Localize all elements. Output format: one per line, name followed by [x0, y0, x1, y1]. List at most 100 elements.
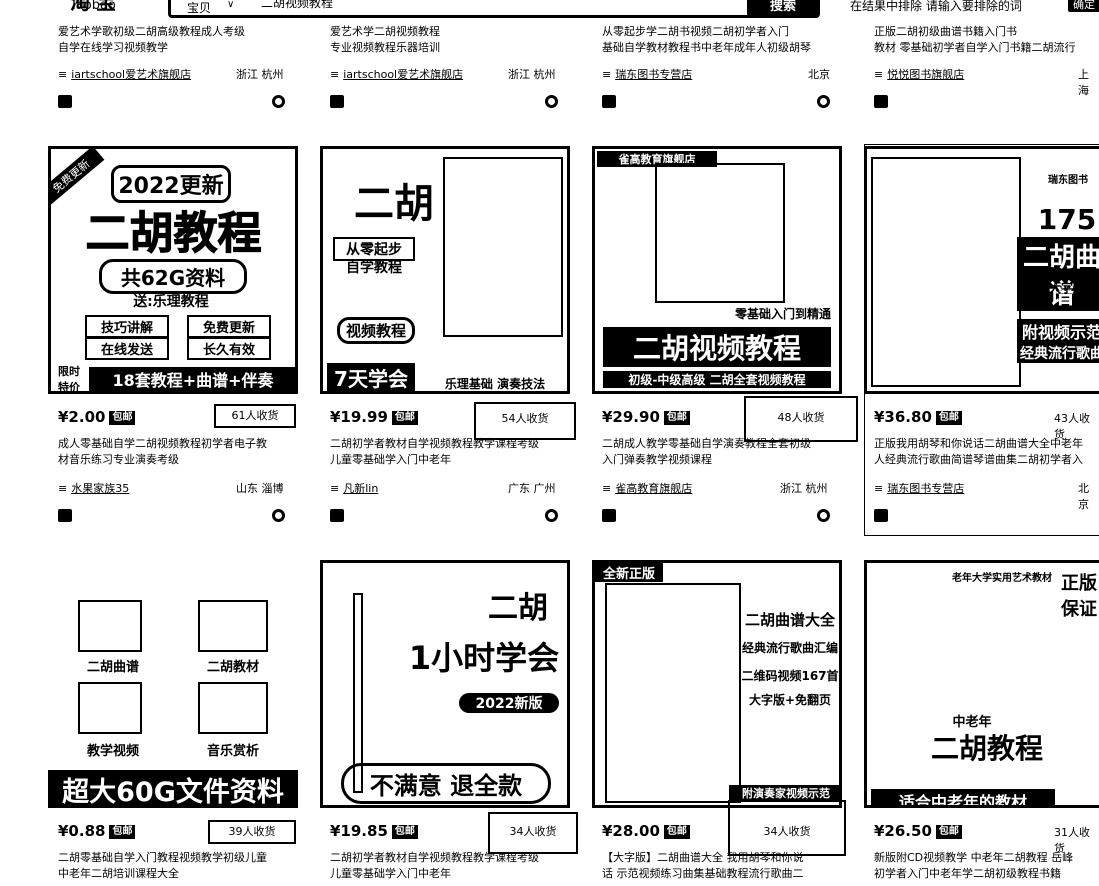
- chevron-down-icon[interactable]: ∨: [227, 0, 234, 10]
- wangwang-icon[interactable]: [817, 509, 830, 522]
- product-title[interactable]: 二胡初学者教材自学视频教程教学课程考级 儿童零基础学入门中老年: [330, 850, 570, 882]
- image-text: 自学教程: [346, 260, 402, 276]
- shop-location: 广东 广州: [508, 482, 556, 495]
- product-image[interactable]: 全新正版 二胡曲谱大全 经典流行歌曲汇编 二维码视频167首 大字版+免翻页 附…: [592, 560, 842, 808]
- sales-count: 39人收货: [208, 820, 296, 844]
- shop-link[interactable]: 雀高教育旗舰店: [602, 480, 692, 496]
- musician-figure: [443, 157, 563, 337]
- image-text: 附演奏家视频示范: [729, 785, 839, 801]
- shop-link[interactable]: 悦悦图书旗舰店: [874, 66, 964, 82]
- shop-link[interactable]: 瑞东图书专营店: [602, 66, 692, 82]
- image-text: 经典流行歌曲汇编: [741, 641, 838, 655]
- confirm-button[interactable]: 确定: [1068, 0, 1099, 12]
- sales-count: 61人收货: [214, 404, 296, 428]
- shop-location: 上海: [1078, 68, 1089, 97]
- product-title[interactable]: 二胡零基础自学入门教程视频教学初级儿童 中老年二胡培训课程大全: [58, 850, 298, 882]
- image-text: 不满意 退全款: [341, 763, 551, 804]
- image-text: 超大60G文件资料: [48, 770, 298, 808]
- product-title[interactable]: 从零起步学二胡书视频二胡初学者入门 基础自学教材教程书中老年成年人初级胡琴: [602, 24, 842, 56]
- shop-link[interactable]: iartschool爱艺术旗舰店: [330, 66, 463, 82]
- product-price: ¥28.00 包邮: [602, 822, 690, 840]
- image-text: 限时特价: [58, 365, 80, 394]
- product-title[interactable]: 【大字版】二胡曲谱大全 我用胡琴和你说 话 示范视频练习曲集基础教程流行歌曲二: [602, 850, 842, 882]
- image-text: 免费更新: [187, 315, 271, 338]
- image-text: 零基础入门到精通: [734, 307, 831, 321]
- image-text: 视频教程: [337, 317, 415, 344]
- wangwang-icon[interactable]: [545, 95, 558, 108]
- product-title[interactable]: 爱艺术学歌初级二胡高级教程成人考级 自学在线学习视频教学: [58, 24, 298, 56]
- product-price: ¥19.99 包邮: [330, 408, 418, 426]
- product-image[interactable]: 雀高教育旗舰店 零基础入门到精通 二胡视频教程 初级-中级高级 二胡全套视频教程: [592, 146, 842, 394]
- product-title[interactable]: 二胡成人教学零基础自学演奏教程全套初级 入门弹奏教学视频课程: [602, 436, 842, 468]
- image-text: 二胡教程: [85, 208, 262, 260]
- price-value: ¥19.85: [330, 822, 388, 840]
- product-image[interactable]: 二胡曲谱 二胡教材 教学视频 音乐赏析 超大60G文件资料: [48, 560, 298, 808]
- folder-icon: [78, 682, 142, 734]
- shop-badge-icon: [58, 95, 72, 108]
- product-title[interactable]: 新版附CD视频教学 中老年二胡教程 岳峰 初学者入门中老年学二胡初级教程书籍: [874, 850, 1099, 882]
- wangwang-icon[interactable]: [545, 509, 558, 522]
- free-shipping-badge: 包邮: [391, 411, 418, 425]
- product-title[interactable]: 正版二胡初级曲谱书籍入门书 教材 零基础初学者自学入门书籍二胡流行: [874, 24, 1099, 56]
- search-input[interactable]: [261, 0, 781, 9]
- image-text: 1小时学会: [408, 639, 560, 677]
- price-value: ¥29.90: [602, 408, 660, 426]
- wangwang-icon[interactable]: [272, 509, 285, 522]
- product-title[interactable]: 成人零基础自学二胡视频教程初学者电子教 材音乐练习专业演奏考级: [58, 436, 298, 468]
- image-text: 二胡: [488, 591, 548, 626]
- folder-icon: [78, 600, 142, 652]
- search-box: 宝贝 ∨ 搜索: [168, 0, 820, 18]
- taobao-logo[interactable]: 淘宝 Taobao: [70, 0, 130, 20]
- product-price: ¥26.50 包邮: [874, 822, 962, 840]
- sales-count: 34人收货: [728, 800, 846, 856]
- image-text: 二胡曲谱大全: [744, 611, 835, 629]
- product-image[interactable]: 二胡 1小时学会 2022新版 不满意 退全款: [320, 560, 570, 808]
- shop-location: 北京: [808, 68, 830, 81]
- image-text: 初级-中级高级 二胡全套视频教程: [603, 371, 831, 388]
- shop-badge-icon: [602, 95, 616, 108]
- image-text: 乐理基础 演奏技法: [444, 377, 546, 391]
- wangwang-icon[interactable]: [817, 95, 830, 108]
- image-text: 长久有效: [187, 337, 271, 360]
- free-shipping-badge: 包邮: [935, 825, 962, 839]
- image-text: 二维码视频167首: [741, 669, 839, 683]
- card-hover-outline: [864, 144, 1099, 536]
- new-badge-icon: [330, 509, 344, 522]
- product-price: ¥29.90 包邮: [602, 408, 690, 426]
- price-value: ¥26.50: [874, 822, 932, 840]
- product-image[interactable]: 免费更新 2022更新 二胡教程 共62G资料 送:乐理教程 技巧讲解 免费更新…: [48, 146, 298, 394]
- product-title[interactable]: 二胡初学者教材自学视频教程教学课程考级 儿童零基础学入门中老年: [330, 436, 570, 468]
- image-text: 7天学会: [327, 363, 415, 391]
- product-image[interactable]: 老年大学实用艺术教材 中老年 二胡教程 适合中老年的教材 正版保证: [864, 560, 1099, 808]
- search-scope-select[interactable]: 宝贝: [187, 0, 211, 16]
- free-shipping-badge: 包邮: [109, 411, 136, 425]
- shop-link[interactable]: iartschool爱艺术旗舰店: [58, 66, 191, 82]
- product-title[interactable]: 爱艺术学二胡视频教程 专业视频教程乐器培训: [330, 24, 570, 56]
- product-image[interactable]: 二胡 从零起步 自学教程 视频教程 7天学会 乐理基础 演奏技法: [320, 146, 570, 394]
- product-price: ¥19.85 包邮: [330, 822, 418, 840]
- exclude-filter-hint[interactable]: 在结果中排除 请输入要排除的词: [850, 0, 1022, 14]
- wangwang-icon[interactable]: [272, 95, 285, 108]
- book-cover: [605, 583, 741, 803]
- top-bar: 淘宝 Taobao 宝贝 ∨ 搜索 在结果中排除 请输入要排除的词 确定: [0, 0, 1099, 20]
- sales-count: 54人收货: [474, 402, 576, 440]
- search-button[interactable]: 搜索: [747, 0, 819, 17]
- image-text: 18套教程+曲谱+伴奏: [89, 367, 295, 391]
- image-text: 二胡: [354, 181, 434, 227]
- shop-link[interactable]: 水果家族35: [58, 480, 129, 496]
- logo-english: Taobao: [70, 0, 116, 13]
- free-shipping-badge: 包邮: [391, 825, 418, 839]
- image-text: 二胡教材: [206, 660, 259, 675]
- price-value: ¥19.99: [330, 408, 388, 426]
- shop-badge-icon: [58, 509, 72, 522]
- image-text: 共62G资料: [99, 259, 247, 294]
- image-text: 2022新版: [459, 693, 559, 713]
- price-value: ¥0.88: [58, 822, 106, 840]
- image-text: 送:乐理教程: [133, 294, 209, 310]
- image-text: 二胡视频教程: [603, 327, 831, 367]
- image-text: 适合中老年的教材: [871, 789, 1055, 805]
- free-shipping-badge: 包邮: [109, 825, 136, 839]
- sales-count: 34人收货: [488, 812, 578, 854]
- shop-location: 山东 淄博: [236, 482, 284, 495]
- shop-link[interactable]: 凡新lin: [330, 480, 378, 496]
